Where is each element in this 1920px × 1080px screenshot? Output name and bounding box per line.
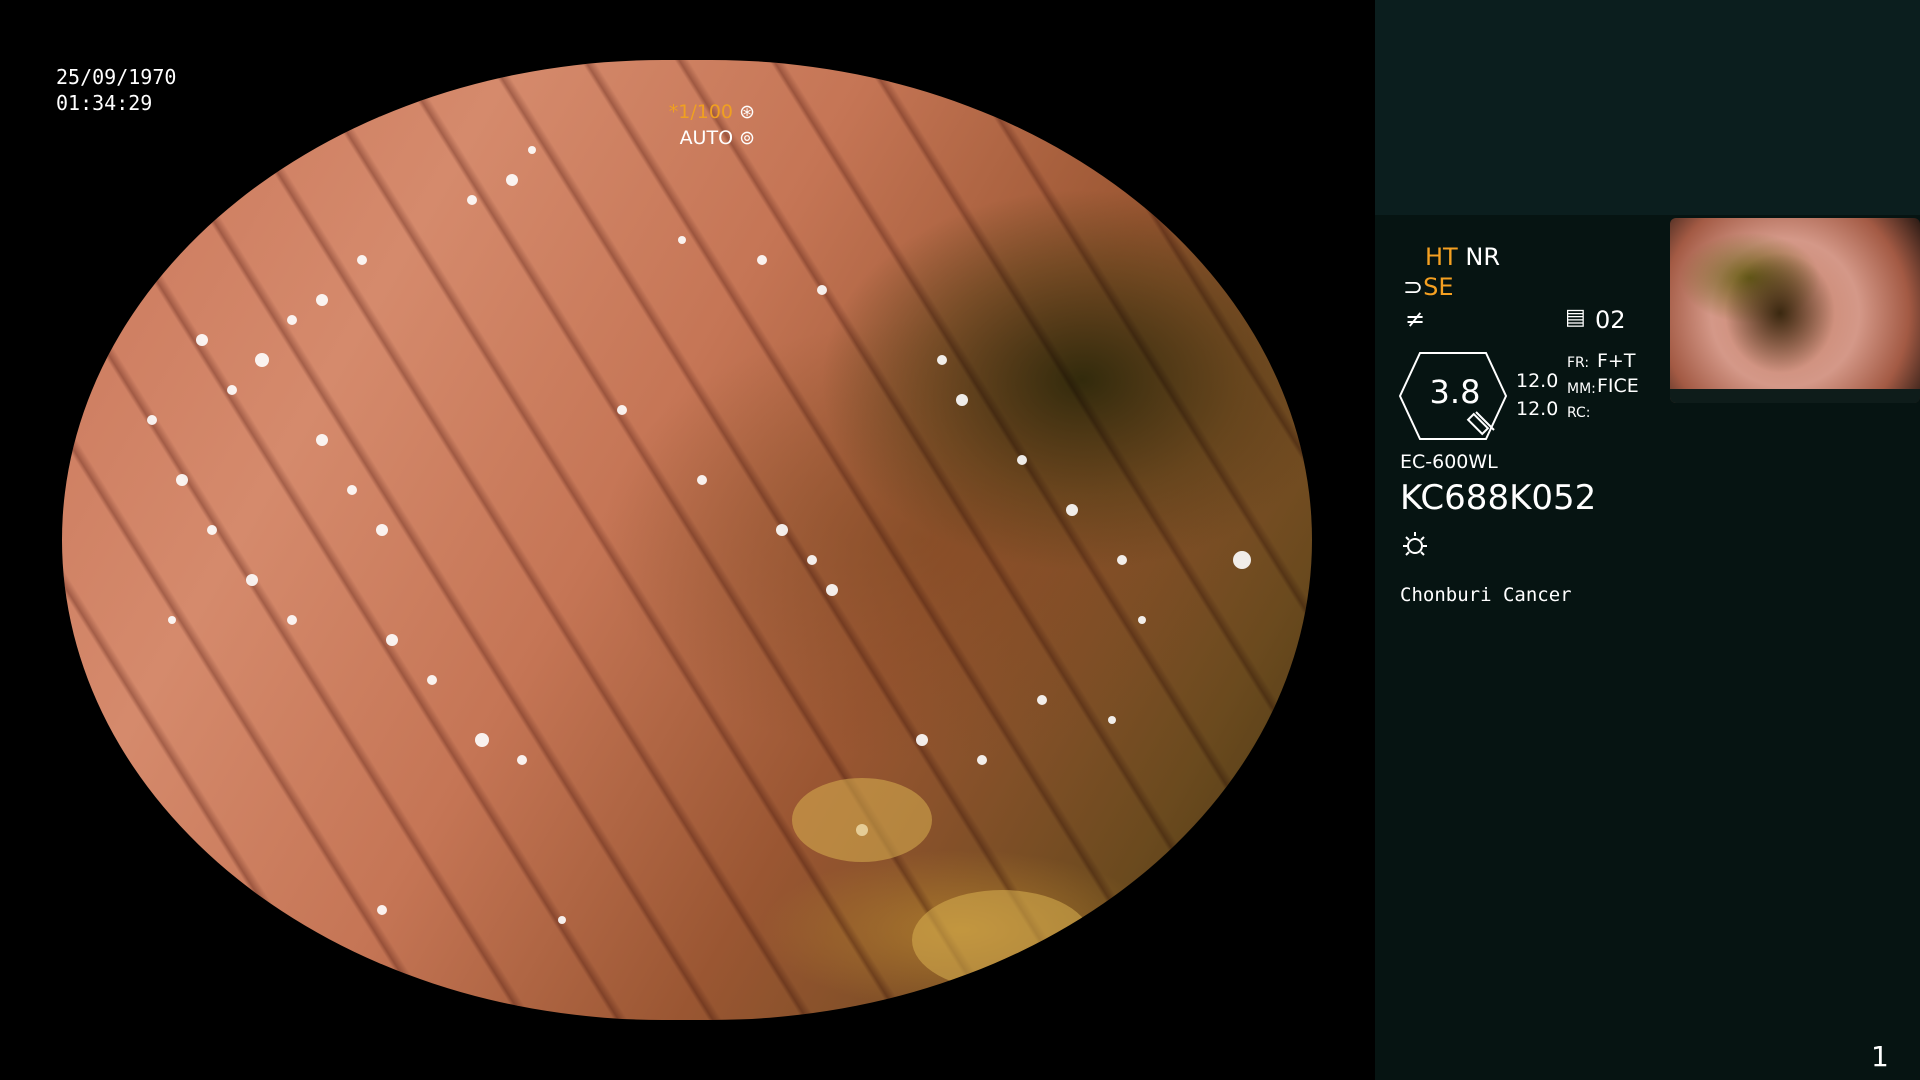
captured-thumbnail[interactable] [1670, 218, 1920, 403]
time-text: 01:34:29 [56, 91, 153, 115]
page-number: 1 [1871, 1040, 1889, 1073]
mm-value: FICE [1597, 375, 1639, 397]
shutter-icon: ⊛ [733, 101, 755, 123]
mode-icon: ▤ [1565, 305, 1586, 330]
nr-label: NR [1465, 243, 1500, 271]
mode-number: 02 [1595, 306, 1626, 334]
se-label: SE [1423, 273, 1454, 301]
panel-header-area [1375, 0, 1920, 215]
ht-label: HT [1425, 243, 1458, 271]
info-panel: HT NR ⊃SE ≠ ▤ 02 3.8 12.0 12.0 FR: MM: R… [1375, 0, 1920, 1080]
se-indicator: ⊃SE [1403, 273, 1454, 301]
mucosa-highlights [147, 146, 1251, 990]
thumbnail-caption-strip [1670, 389, 1920, 403]
eq-icon: ≠ [1405, 305, 1426, 333]
datetime-display: 25/09/1970 01:34:29 [56, 64, 176, 116]
value-1: 12.0 [1516, 370, 1559, 392]
shutter-prefix: * [668, 101, 679, 123]
mm-label: MM: [1567, 381, 1596, 397]
zoom-value: 3.8 [1429, 373, 1481, 411]
endoscope-view: 25/09/1970 01:34:29 *1/100 ⊛ AUTO ⊚ [0, 0, 1375, 1080]
shutter-display: *1/100 ⊛ AUTO ⊚ [669, 99, 755, 151]
fr-value: F+T [1597, 350, 1636, 372]
rc-label: RC: [1567, 405, 1591, 421]
auto-exposure-icon: ⊚ [733, 127, 755, 149]
scope-serial: KC688K052 [1400, 478, 1597, 518]
light-icon [1403, 532, 1427, 556]
hospital-name: Chonburi Cancer [1400, 584, 1572, 606]
value-2: 12.0 [1516, 398, 1559, 420]
fr-label: FR: [1567, 355, 1590, 371]
endoscopic-image [62, 60, 1312, 1020]
se-icon: ⊃ [1403, 273, 1424, 301]
shutter-value: 1/100 [678, 101, 734, 123]
exposure-text: AUTO [679, 127, 734, 149]
ht-nr-indicator: HT NR [1425, 243, 1500, 271]
date-text: 25/09/1970 [56, 65, 177, 89]
scope-model: EC-600WL [1400, 451, 1498, 473]
